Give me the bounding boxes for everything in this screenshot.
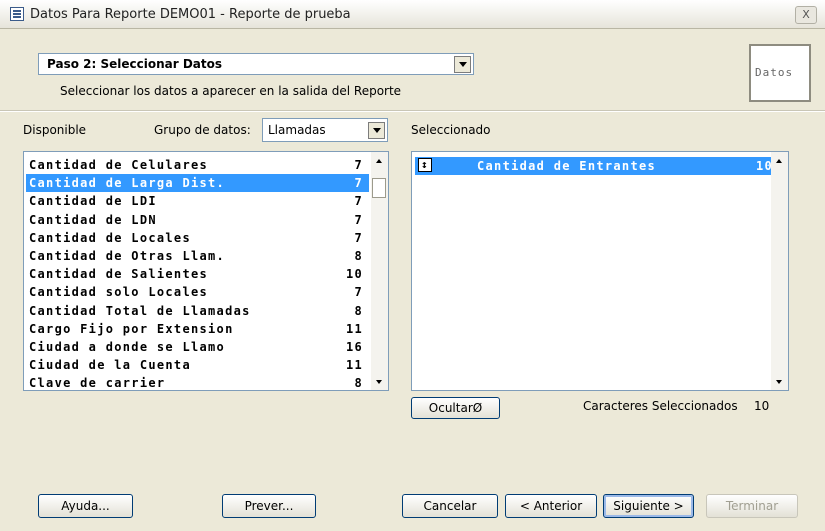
app-icon [10, 7, 24, 21]
item-length: 7 [354, 158, 363, 172]
available-list[interactable]: Cantidad de Celulares 7 Cantidad de Larga … [23, 151, 389, 391]
next-button[interactable]: Siguiente > [603, 494, 694, 518]
available-label: Disponible [23, 123, 87, 137]
scroll-up-icon[interactable] [371, 152, 388, 169]
list-item[interactable]: Ciudad a donde se Llamo 16 [26, 338, 369, 356]
item-length: 8 [354, 303, 363, 318]
group-dropdown-value: Llamadas [268, 123, 326, 137]
step-dropdown-value: Paso 2: Seleccionar Datos [47, 57, 222, 71]
item-name: Ciudad a donde se Llamo [29, 340, 226, 354]
list-item[interactable]: Cantidad de Otras Llam. 8 [26, 247, 369, 265]
item-length: 7 [354, 176, 363, 191]
item-length: 7 [354, 194, 363, 209]
help-button[interactable]: Ayuda... [38, 494, 133, 518]
list-item[interactable]: Cantidad de Salientes 10 [26, 265, 369, 283]
item-name: Cantidad de Entrantes [477, 159, 657, 173]
step-badge: Datos [749, 44, 811, 102]
chevron-down-icon[interactable] [368, 122, 385, 139]
item-name: Cantidad de Celulares [29, 158, 209, 172]
finish-button[interactable]: Terminar [706, 494, 798, 518]
back-button[interactable]: < Anterior [505, 494, 597, 518]
item-name: Cantidad de Locales [29, 230, 191, 245]
item-name: Ciudad de la Cuenta [29, 358, 191, 373]
divider [0, 110, 825, 112]
title-bar: Datos Para Reporte DEMO01 - Reporte de p… [0, 0, 825, 29]
item-length: 8 [354, 376, 363, 391]
scroll-down-icon[interactable] [771, 373, 788, 390]
scroll-up-icon[interactable] [771, 152, 788, 169]
selected-label: Seleccionado [411, 123, 491, 137]
group-label: Grupo de datos: [154, 123, 251, 137]
list-item[interactable]: Cantidad solo Locales 7 [26, 283, 369, 301]
list-item[interactable]: Cantidad de Celulares 7 [26, 156, 369, 174]
list-item[interactable]: Cantidad de Locales 7 [26, 229, 369, 247]
step-badge-label: Datos [755, 66, 794, 79]
item-length: 7 [354, 212, 363, 227]
group-dropdown[interactable]: Llamadas [262, 118, 388, 142]
chevron-down-icon[interactable] [454, 56, 471, 73]
item-name: Cantidad de LDI [29, 194, 157, 209]
step-description: Seleccionar los datos a aparecer en la s… [60, 84, 402, 98]
item-length: 7 [354, 285, 363, 300]
list-item[interactable]: Ciudad de la Cuenta 11 [26, 356, 369, 374]
window-title: Datos Para Reporte DEMO01 - Reporte de p… [30, 7, 351, 22]
item-length: 16 [345, 340, 363, 354]
item-name: Cantidad de Larga Dist. [29, 176, 226, 191]
list-item[interactable]: Cantidad Total de Llamadas 8 [26, 302, 369, 320]
selected-chars-label: Caracteres Seleccionados [583, 399, 738, 413]
cancel-button[interactable]: Cancelar [402, 494, 498, 518]
preview-button[interactable]: Prever... [222, 494, 316, 518]
step-dropdown[interactable]: Paso 2: Seleccionar Datos [38, 53, 474, 75]
item-name: Cantidad solo Locales [29, 285, 209, 300]
selected-chars-count: 10 [754, 399, 770, 413]
list-item[interactable]: Cantidad de LDN 7 [26, 211, 369, 229]
item-length: 8 [354, 249, 363, 263]
item-name: Clave de carrier [29, 376, 166, 391]
item-name: Cantidad Total de Llamadas [29, 303, 251, 318]
item-length: 7 [354, 230, 363, 245]
item-name: Cantidad de Salientes [29, 267, 209, 282]
item-length: 10 [345, 267, 363, 282]
item-name: Cantidad de LDN [29, 212, 157, 227]
close-button[interactable]: X [795, 6, 817, 24]
item-length: 11 [345, 321, 363, 336]
scroll-thumb[interactable] [372, 178, 386, 198]
list-item[interactable]: Cantidad de Larga Dist. 7 [26, 174, 369, 193]
scroll-down-icon[interactable] [371, 373, 388, 390]
move-icon[interactable]: ↕ [418, 158, 432, 172]
list-item[interactable]: Clave de carrier 8 [26, 374, 369, 391]
list-item[interactable]: ↕ Cantidad de Entrantes 10 [415, 157, 773, 175]
available-scrollbar[interactable] [371, 152, 388, 390]
selected-scrollbar[interactable] [771, 152, 788, 390]
item-length: 11 [345, 358, 363, 373]
item-name: Cargo Fijo por Extension [29, 321, 234, 336]
list-item[interactable]: Cantidad de LDI 7 [26, 192, 369, 210]
list-item[interactable]: Cargo Fijo por Extension 11 [26, 320, 369, 338]
hide-button[interactable]: OcultarØ [411, 397, 500, 419]
selected-list[interactable]: ↕ Cantidad de Entrantes 10 [411, 151, 789, 391]
item-name: Cantidad de Otras Llam. [29, 249, 226, 263]
